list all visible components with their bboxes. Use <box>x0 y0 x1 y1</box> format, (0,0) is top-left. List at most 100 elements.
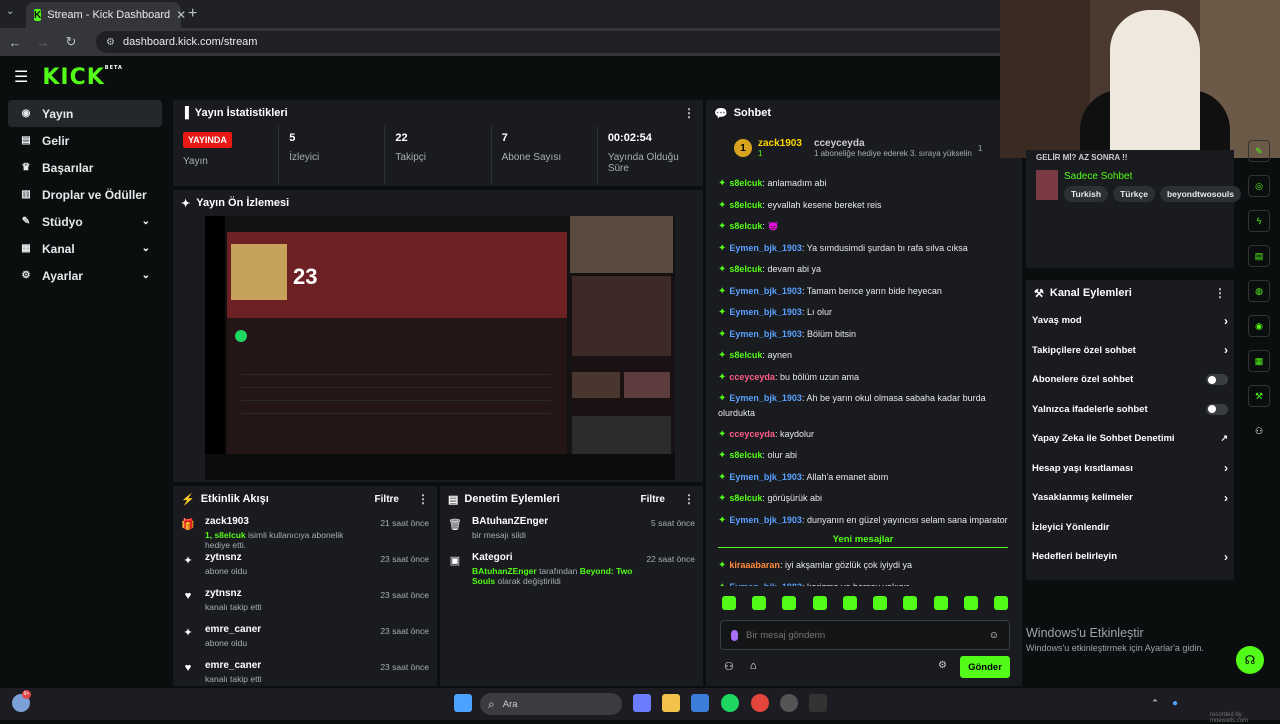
close-icon[interactable]: ✕ <box>176 8 186 22</box>
chat-icon[interactable]: ◍ <box>1248 280 1270 302</box>
next-gifter[interactable]: cceyceyda <box>814 138 972 149</box>
channel-action-row[interactable]: Abonelere özel sohbet <box>1026 365 1234 395</box>
store-icon[interactable] <box>691 694 709 712</box>
chat-username[interactable]: s8elcuk <box>729 350 762 360</box>
top-gifter[interactable]: zack1903 <box>758 138 802 149</box>
chat-username[interactable]: Eymen_bjk_1903 <box>729 286 802 296</box>
chat-username[interactable]: s8elcuk <box>729 221 762 231</box>
chat-username[interactable]: s8elcuk <box>729 264 762 274</box>
chat-username[interactable]: cceyceyda <box>729 429 775 439</box>
chat-username[interactable]: Eymen_bjk_1903 <box>729 329 802 339</box>
more-options-icon[interactable]: ⋮ <box>417 492 429 506</box>
store-icon[interactable]: ⌂ <box>750 660 757 673</box>
emote-icon[interactable] <box>963 596 978 610</box>
channel-action-row[interactable]: Yavaş mod › <box>1026 306 1234 336</box>
emote-icon[interactable] <box>873 596 888 610</box>
chat-input[interactable] <box>746 629 981 641</box>
filter-button[interactable]: Filtre <box>375 494 399 505</box>
emote-icon[interactable] <box>842 596 857 610</box>
chat-username[interactable]: Eymen_bjk_1903 <box>729 472 802 482</box>
chat-settings-icon[interactable]: ⚙ <box>938 660 947 671</box>
chat-username[interactable]: Eymen_bjk_1903 <box>729 243 802 253</box>
sidebar-item-3[interactable]: ▥ Droplar ve Ödüller <box>8 181 162 208</box>
channel-action-row[interactable]: Hedefleri belirleyin › <box>1026 542 1234 572</box>
chat-username[interactable]: s8elcuk <box>729 200 762 210</box>
edit-icon[interactable]: ✎ <box>1248 140 1270 162</box>
toggle-switch[interactable] <box>1206 403 1228 415</box>
sidebar-item-0[interactable]: ◉ Yayın <box>8 100 162 127</box>
reload-icon[interactable]: ↻ <box>64 34 78 50</box>
forward-icon[interactable]: → <box>36 35 50 50</box>
toggle-switch[interactable] <box>1206 374 1228 386</box>
chat-username[interactable]: Eymen_bjk_1903 <box>729 393 802 403</box>
chat-username[interactable]: kiraaabaran <box>729 560 780 570</box>
more-options-icon[interactable]: ⋮ <box>683 492 695 506</box>
help-icon[interactable]: ☊ <box>1236 646 1264 674</box>
chat-username[interactable]: Eymen_bjk_1903 <box>729 515 802 525</box>
category-name[interactable]: Sadece Sohbet <box>1064 171 1132 182</box>
new-tab-icon[interactable]: + <box>188 5 197 23</box>
copilot-icon[interactable] <box>633 694 651 712</box>
filter-button[interactable]: Filtre <box>641 494 665 505</box>
chrome-icon[interactable] <box>751 694 769 712</box>
epic-games-icon[interactable] <box>809 694 827 712</box>
emote-icon[interactable] <box>933 596 948 610</box>
media-icon[interactable]: ▦ <box>1248 350 1270 372</box>
wrench-icon[interactable]: ⚒ <box>1248 385 1270 407</box>
sidebar-item-4[interactable]: ✎ Stüdyo ⌄ <box>8 208 162 235</box>
chevron-down-icon[interactable]: ⌄ <box>142 216 150 227</box>
send-button[interactable]: Gönder <box>960 656 1010 678</box>
bolt-icon[interactable]: ϟ <box>1248 210 1270 232</box>
tab-list-icon[interactable]: ⌄ <box>6 6 14 17</box>
emote-icon[interactable] <box>903 596 918 610</box>
emote-icon[interactable] <box>812 596 827 610</box>
taskbar-search[interactable]: ⌕ Ara <box>480 693 622 715</box>
chat-input-box[interactable]: ☺ <box>720 620 1010 650</box>
users-icon[interactable]: ⚇ <box>1248 420 1270 442</box>
chat-username[interactable]: cceyceyda <box>729 372 775 382</box>
microphone-icon[interactable] <box>731 629 738 641</box>
sidebar-item-5[interactable]: ▦ Kanal ⌄ <box>8 235 162 262</box>
document-icon[interactable]: ▤ <box>1248 245 1270 267</box>
emote-icon[interactable] <box>782 596 797 610</box>
mic-tray-icon[interactable]: ● <box>1166 694 1184 712</box>
back-icon[interactable]: ← <box>8 35 22 50</box>
folder-icon[interactable] <box>662 694 680 712</box>
search-icon: ⌕ <box>488 696 495 711</box>
chat-username[interactable]: s8elcuk <box>729 178 762 188</box>
chevron-down-icon[interactable]: ⌄ <box>142 270 150 281</box>
channel-action-row[interactable]: Yapay Zeka ile Sohbet Denetimi ↗ <box>1026 424 1234 454</box>
emoji-icon[interactable]: ☺ <box>989 630 999 641</box>
browser-tab[interactable]: K Stream - Kick Dashboard ✕ <box>26 2 186 28</box>
kick-logo[interactable]: KICKBETA <box>42 65 123 90</box>
menu-icon[interactable]: ☰ <box>14 67 28 87</box>
channel-action-row[interactable]: Yasaklanmış kelimeler › <box>1026 483 1234 513</box>
stream-preview-video[interactable]: 23 <box>205 216 675 480</box>
sidebar-item-6[interactable]: ⚙ Ayarlar ⌄ <box>8 262 162 289</box>
target-icon[interactable]: ◎ <box>1248 175 1270 197</box>
site-info-icon[interactable]: ⚙ <box>106 37 115 48</box>
tray-icon[interactable]: ⌃ <box>1146 694 1164 712</box>
emote-icon[interactable] <box>752 596 767 610</box>
emote-icon[interactable] <box>722 596 736 610</box>
chat-username[interactable]: s8elcuk <box>729 493 762 503</box>
sidebar-item-2[interactable]: ♛ Başarılar <box>8 154 162 181</box>
broadcast-icon[interactable]: ◉ <box>1248 315 1270 337</box>
chat-username[interactable]: s8elcuk <box>729 450 762 460</box>
url-field[interactable]: ⚙ dashboard.kick.com/stream <box>96 31 1036 53</box>
channel-action-row[interactable]: İzleyici Yönlendir <box>1026 513 1234 543</box>
more-options-icon[interactable]: ⋮ <box>683 106 695 120</box>
windows-start-icon[interactable] <box>454 694 472 712</box>
channel-action-row[interactable]: Yalnızca ifadelerle sohbet <box>1026 395 1234 425</box>
chat-username[interactable]: Eymen_bjk_1903 <box>729 307 802 317</box>
more-options-icon[interactable]: ⋮ <box>1214 286 1226 300</box>
chevron-down-icon[interactable]: ⌄ <box>142 243 150 254</box>
chat-username[interactable]: Eymen_bjk_1903 <box>729 582 802 587</box>
sidebar-item-1[interactable]: ▤ Gelir <box>8 127 162 154</box>
spotify-icon[interactable] <box>721 694 739 712</box>
channel-action-row[interactable]: Takipçilere özel sohbet › <box>1026 336 1234 366</box>
emote-icon[interactable] <box>993 596 1008 610</box>
steam-icon[interactable] <box>780 694 798 712</box>
channel-action-row[interactable]: Hesap yaşı kısıtlaması › <box>1026 454 1234 484</box>
users-icon[interactable]: ⚇ <box>724 660 734 673</box>
